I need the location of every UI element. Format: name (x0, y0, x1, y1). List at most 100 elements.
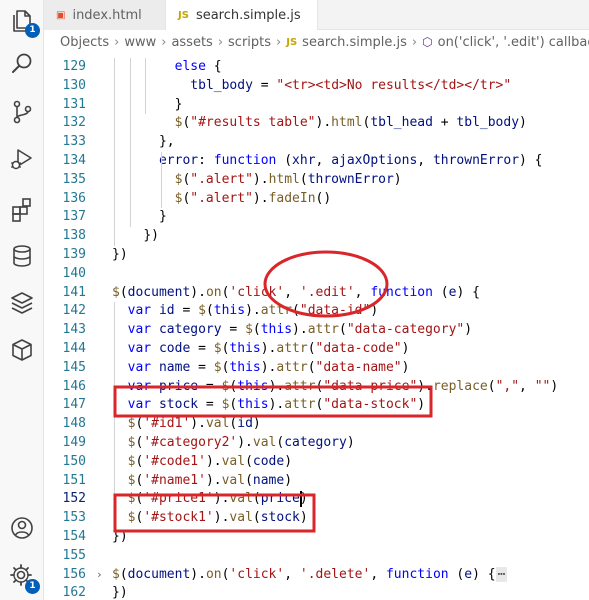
code-line[interactable]: 154}) (44, 528, 589, 547)
code-line[interactable]: 133}, (44, 133, 589, 152)
code-line[interactable]: 130 tbl_body = "<tr><td>No results</td></… (44, 77, 589, 96)
code-token: "data-stock" (323, 397, 418, 413)
code-line[interactable]: 137} (44, 208, 589, 227)
code-line[interactable]: 145 var name = $(this).attr("data-name") (44, 359, 589, 378)
code-line[interactable]: 129 else { (44, 58, 589, 77)
code-token: "data-category" (346, 322, 465, 338)
search-icon[interactable] (8, 50, 36, 78)
code-line[interactable]: 149 $('#category2').val(category) (44, 434, 589, 453)
code-editor[interactable]: 129 else {130 tbl_body = "<tr><td>No resul… (44, 55, 589, 600)
code-token: = (198, 378, 222, 394)
code-line[interactable]: 155 (44, 547, 589, 566)
breadcrumb-item[interactable]: www (124, 35, 156, 50)
activity-bar: 1 1 (0, 0, 44, 600)
code-line[interactable]: 131} (44, 96, 589, 115)
code-line[interactable]: 143 var category = $(this).attr("data-cat… (44, 321, 589, 340)
js-icon: JS (178, 9, 189, 21)
code-token: "<tr><td>No results</td></tr>" (276, 77, 512, 93)
code-token: tbl_head (370, 115, 433, 131)
explorer-icon[interactable]: 1 (8, 6, 40, 38)
settings-gear-icon[interactable]: 1 (8, 562, 40, 594)
code-text: var id = $(this).attr("data-id") (128, 302, 379, 321)
code-line[interactable]: 147 var stock = $(this).attr("data-stock"… (44, 396, 589, 415)
code-token: = (174, 303, 199, 319)
code-line[interactable]: 132 $("#results table").html(tbl_head + t… (44, 114, 589, 133)
breadcrumb-item[interactable]: on('click', '.edit') callback (438, 35, 589, 50)
text-cursor (300, 491, 302, 508)
code-token: ) (519, 115, 527, 131)
code-token: ( (252, 491, 261, 507)
code-token: }, (158, 134, 175, 150)
code-line[interactable]: 151 $('#name1').val(name) (44, 472, 589, 491)
code-token: '.delete' (299, 566, 371, 582)
code-token: attr (307, 322, 340, 338)
code-token: ). (205, 453, 222, 469)
line-number: 147 (62, 397, 86, 413)
layers-icon[interactable] (8, 289, 36, 317)
code-line[interactable]: 136 $(".alert").fadeIn() (44, 190, 589, 209)
code-line[interactable]: 146 var price = $(this).attr("data-price"… (44, 378, 589, 397)
tab-search-simple-js[interactable]: JS search.simple.js (166, 0, 318, 30)
code-line[interactable]: 135 $(".alert").html(thrownError) (44, 171, 589, 190)
code-line[interactable]: 139}) (44, 246, 589, 265)
code-token: ( (432, 284, 449, 300)
code-line[interactable]: 162}) (44, 584, 589, 600)
code-text: }) (112, 584, 128, 600)
code-token: attr (276, 341, 308, 356)
line-number: 151 (62, 472, 86, 488)
code-text: var code = $(this).attr("data-code") (128, 340, 410, 359)
code-token: '#stock1' (143, 510, 214, 526)
run-debug-icon[interactable] (8, 145, 36, 173)
code-token: ajaxOptions (331, 153, 418, 168)
folded-ellipsis[interactable]: ⋯ (495, 566, 508, 582)
tab-index-html[interactable]: ▣ index.html (44, 0, 166, 30)
code-token: = (221, 322, 246, 338)
code-line[interactable]: 152 $('#price1').val(price) (44, 490, 589, 509)
code-token: "" (534, 378, 551, 394)
code-token: , (417, 153, 433, 168)
code-line[interactable]: 144 var code = $(this).attr("data-code") (44, 340, 589, 359)
code-token: () (315, 190, 332, 206)
code-text: $('#category2').val(category) (128, 434, 355, 453)
breadcrumb-item[interactable]: search.simple.js (302, 35, 407, 50)
line-number: 154 (62, 529, 86, 544)
line-number: 133 (62, 134, 86, 150)
code-token: = (190, 359, 214, 375)
code-line[interactable]: 148 $('#id1').val(id) (44, 415, 589, 434)
code-line[interactable]: 150 $('#code1').val(code) (44, 453, 589, 472)
code-token: attr (276, 359, 308, 375)
code-token: ). (245, 303, 261, 319)
account-icon[interactable] (8, 514, 36, 542)
code-token: = (252, 77, 277, 93)
breadcrumb-item[interactable]: assets (171, 35, 212, 50)
code-token: ".alert" (190, 190, 253, 206)
code-line[interactable]: 153 $('#stock1').val(stock) (44, 509, 589, 528)
code-token: ). (252, 171, 269, 187)
code-line[interactable]: 142 var id = $(this).attr("data-id") (44, 302, 589, 321)
code-token: name (158, 359, 191, 375)
breadcrumb-item[interactable]: scripts (228, 35, 271, 50)
package-icon[interactable] (8, 336, 36, 364)
line-number: 131 (62, 96, 86, 112)
extensions-icon[interactable] (8, 196, 36, 224)
code-token: val (229, 491, 253, 507)
code-line[interactable]: 141 $(document).on('click', '.edit', func… (44, 284, 589, 303)
database-icon[interactable] (8, 242, 36, 270)
code-token: ). (268, 397, 285, 413)
line-number: 138 (62, 228, 86, 244)
code-line[interactable]: 138}) (44, 227, 589, 246)
code-token: ). (190, 284, 206, 300)
code-line[interactable]: 140 (44, 265, 589, 284)
fold-chevron-icon[interactable]: › (96, 566, 103, 585)
line-number: 134 (62, 153, 86, 168)
code-token: "data-price" (323, 378, 418, 394)
source-control-icon[interactable] (8, 98, 36, 126)
breadcrumb-item[interactable]: Objects (60, 35, 109, 50)
code-token: ( (119, 566, 128, 582)
code-line[interactable]: 134 error: function (xhr, ajaxOptions, th… (44, 152, 589, 171)
code-line[interactable]: 156 › $(document).on('click', '.delete', f… (44, 566, 589, 585)
code-token: ( (252, 322, 261, 338)
chevron-right-icon: › (114, 34, 120, 50)
